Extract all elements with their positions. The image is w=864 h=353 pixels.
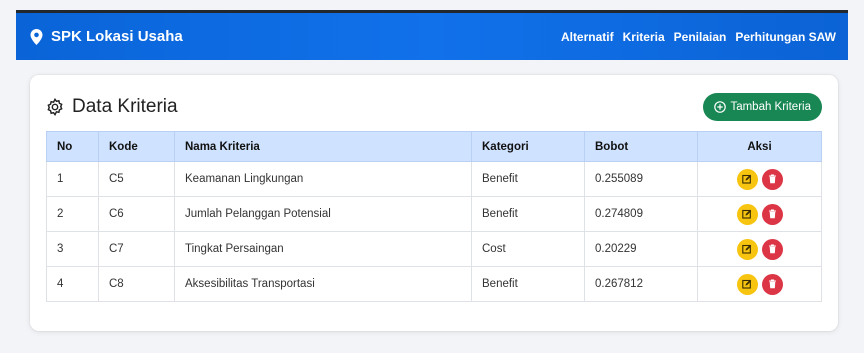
row-actions	[736, 273, 783, 295]
cell-no: 2	[46, 196, 99, 232]
cell-kode: C8	[98, 266, 175, 302]
table-row: 2 C6 Jumlah Pelanggan Potensial Benefit …	[46, 196, 822, 232]
cell-bobot: 0.267812	[584, 266, 698, 302]
add-kriteria-label: Tambah Kriteria	[730, 101, 811, 113]
table-row: 3 C7 Tingkat Persaingan Cost 0.20229	[46, 231, 822, 267]
cell-no: 4	[46, 266, 99, 302]
col-header-nama-kriteria: Nama Kriteria	[174, 131, 472, 162]
col-header-bobot: Bobot	[584, 131, 698, 162]
table-row: 1 C5 Keamanan Lingkungan Benefit 0.25508…	[46, 161, 822, 197]
nav-item-kriteria[interactable]: Kriteria	[623, 30, 665, 44]
delete-button[interactable]	[761, 273, 783, 295]
cell-no: 1	[46, 161, 99, 197]
cell-aksi	[697, 161, 822, 197]
cell-kategori: Benefit	[471, 266, 585, 302]
cell-nama-kriteria: Tingkat Persaingan	[174, 231, 472, 267]
trash-icon	[768, 244, 776, 254]
map-pin-icon	[30, 28, 43, 45]
cell-nama-kriteria: Jumlah Pelanggan Potensial	[174, 196, 472, 232]
cell-aksi	[697, 196, 822, 232]
cell-aksi	[697, 266, 822, 302]
col-header-aksi: Aksi	[697, 131, 822, 162]
edit-icon	[742, 209, 752, 219]
cell-nama-kriteria: Keamanan Lingkungan	[174, 161, 472, 197]
edit-button[interactable]	[736, 203, 758, 225]
edit-button[interactable]	[736, 238, 758, 260]
col-header-no: No	[46, 131, 99, 162]
plus-circle-icon	[714, 101, 727, 113]
cell-kode: C5	[98, 161, 175, 197]
cell-no: 3	[46, 231, 99, 267]
add-kriteria-button[interactable]: Tambah Kriteria	[703, 93, 822, 121]
edit-button[interactable]	[736, 273, 758, 295]
row-actions	[736, 168, 783, 190]
kriteria-card: Data Kriteria Tambah Kriteria No Kode Na…	[30, 75, 838, 331]
delete-button[interactable]	[761, 203, 783, 225]
edit-icon	[742, 244, 752, 254]
trash-icon	[768, 209, 776, 219]
nav-item-alternatif[interactable]: Alternatif	[561, 30, 614, 44]
page-title: Data Kriteria	[46, 96, 178, 118]
cell-kategori: Benefit	[471, 196, 585, 232]
main-nav: Alternatif Kriteria Penilaian Perhitunga…	[561, 30, 836, 44]
brand[interactable]: SPK Lokasi Usaha	[30, 28, 183, 45]
nav-item-perhitungan-saw[interactable]: Perhitungan SAW	[735, 30, 836, 44]
table-row: 4 C8 Aksesibilitas Transportasi Benefit …	[46, 266, 822, 302]
row-actions	[736, 203, 783, 225]
gear-icon	[47, 98, 63, 116]
kriteria-table: No Kode Nama Kriteria Kategori Bobot Aks…	[46, 131, 822, 302]
nav-item-penilaian[interactable]: Penilaian	[674, 30, 727, 44]
cell-kode: C7	[98, 231, 175, 267]
cell-bobot: 0.20229	[584, 231, 698, 267]
cell-kategori: Benefit	[471, 161, 585, 197]
delete-button[interactable]	[761, 238, 783, 260]
table-header-row: No Kode Nama Kriteria Kategori Bobot Aks…	[46, 131, 822, 162]
col-header-kategori: Kategori	[471, 131, 585, 162]
navbar: SPK Lokasi Usaha Alternatif Kriteria Pen…	[16, 10, 848, 60]
edit-button[interactable]	[736, 168, 758, 190]
delete-button[interactable]	[761, 168, 783, 190]
cell-bobot: 0.274809	[584, 196, 698, 232]
brand-label: SPK Lokasi Usaha	[51, 28, 183, 45]
edit-icon	[742, 279, 752, 289]
row-actions	[736, 238, 783, 260]
cell-kategori: Cost	[471, 231, 585, 267]
col-header-kode: Kode	[98, 131, 175, 162]
page-title-text: Data Kriteria	[72, 96, 178, 117]
trash-icon	[768, 174, 776, 184]
edit-icon	[742, 174, 752, 184]
trash-icon	[768, 279, 776, 289]
cell-nama-kriteria: Aksesibilitas Transportasi	[174, 266, 472, 302]
cell-aksi	[697, 231, 822, 267]
cell-kode: C6	[98, 196, 175, 232]
card-header: Data Kriteria Tambah Kriteria	[46, 93, 822, 121]
cell-bobot: 0.255089	[584, 161, 698, 197]
